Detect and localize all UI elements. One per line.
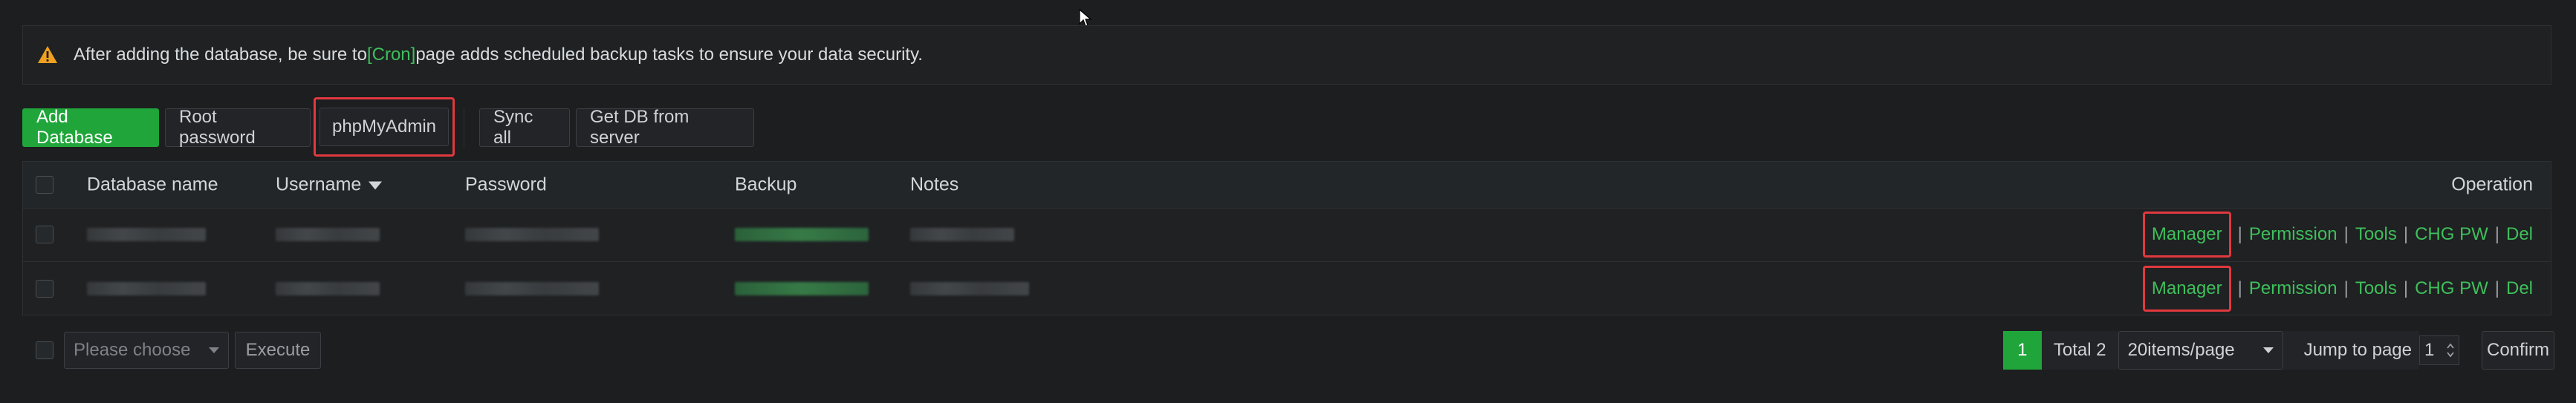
- redacted-database-name: [87, 282, 206, 295]
- batch-select-checkbox[interactable]: [36, 341, 53, 359]
- del-link[interactable]: Del: [2506, 224, 2533, 245]
- chevron-down-icon: [209, 347, 219, 353]
- redacted-backup: [735, 282, 869, 295]
- alert-text-after: page adds scheduled backup tasks to ensu…: [415, 45, 923, 65]
- tools-link[interactable]: Tools: [2355, 278, 2397, 299]
- toolbar: Add Database Root password phpMyAdmin Sy…: [22, 97, 754, 157]
- pagination: 1 Total 2 20items/page Jump to page 1 Co…: [2002, 331, 2554, 370]
- manager-link[interactable]: Manager: [2142, 266, 2231, 312]
- header-password: Password: [465, 174, 547, 195]
- batch-action-select[interactable]: Please choose: [64, 332, 229, 369]
- chevron-down-icon: [2262, 347, 2274, 353]
- chg-pw-link[interactable]: CHG PW: [2415, 278, 2488, 299]
- total-count: Total 2: [2041, 331, 2118, 370]
- table-header: Database name Username Password Backup N…: [23, 162, 2551, 209]
- tools-link[interactable]: Tools: [2355, 224, 2397, 245]
- redacted-notes: [910, 228, 1014, 241]
- phpmyadmin-button[interactable]: phpMyAdmin: [319, 108, 449, 146]
- redacted-notes: [910, 282, 1029, 295]
- database-table: Database name Username Password Backup N…: [22, 161, 2551, 315]
- batch-operations: Please choose Execute: [36, 331, 321, 370]
- op-separator: |: [2237, 278, 2242, 298]
- sync-all-button[interactable]: Sync all: [479, 107, 570, 148]
- page-1-button[interactable]: 1: [2002, 331, 2042, 370]
- op-separator: |: [2494, 224, 2499, 244]
- header-operation: Operation: [2451, 174, 2533, 195]
- header-database-name: Database name: [87, 174, 218, 195]
- header-username[interactable]: Username: [276, 174, 383, 196]
- table-row: Manager | Permission | Tools | CHG PW | …: [23, 208, 2551, 262]
- row-operations: Manager | Permission | Tools | CHG PW | …: [2142, 266, 2533, 312]
- op-separator: |: [2403, 224, 2409, 244]
- row-operations: Manager | Permission | Tools | CHG PW | …: [2142, 212, 2533, 258]
- redacted-password: [465, 282, 599, 295]
- redacted-database-name: [87, 228, 206, 241]
- op-separator: |: [2403, 278, 2409, 298]
- redacted-username: [276, 282, 380, 295]
- batch-action-placeholder: Please choose: [74, 340, 191, 360]
- database-page: After adding the database, be sure to [C…: [0, 0, 2576, 403]
- header-backup: Backup: [735, 174, 797, 195]
- row-checkbox[interactable]: [36, 280, 53, 298]
- header-notes: Notes: [910, 174, 959, 195]
- root-password-button[interactable]: Root password: [165, 107, 311, 148]
- op-separator: |: [2343, 278, 2349, 298]
- redacted-username: [276, 228, 380, 241]
- header-username-label: Username: [276, 174, 362, 195]
- execute-button[interactable]: Execute: [235, 332, 321, 369]
- jump-to-label: Jump to page: [2283, 331, 2419, 370]
- row-checkbox[interactable]: [36, 226, 53, 243]
- del-link[interactable]: Del: [2506, 278, 2533, 299]
- select-all-checkbox[interactable]: [36, 176, 53, 194]
- permission-link[interactable]: Permission: [2249, 224, 2337, 245]
- add-database-button[interactable]: Add Database: [22, 107, 159, 148]
- table-row: Manager | Permission | Tools | CHG PW | …: [23, 262, 2551, 315]
- phpmyadmin-highlight: phpMyAdmin: [314, 97, 455, 157]
- manager-link[interactable]: Manager: [2142, 212, 2231, 258]
- backup-reminder-alert: After adding the database, be sure to [C…: [22, 25, 2551, 85]
- permission-link[interactable]: Permission: [2249, 278, 2337, 299]
- cron-link[interactable]: [Cron]: [367, 45, 415, 65]
- op-separator: |: [2237, 224, 2242, 244]
- get-db-from-server-button[interactable]: Get DB from server: [576, 107, 754, 148]
- jump-page-input[interactable]: 1: [2419, 335, 2459, 365]
- redacted-backup: [735, 228, 869, 241]
- op-separator: |: [2494, 278, 2499, 298]
- confirm-button[interactable]: Confirm: [2482, 331, 2554, 370]
- op-separator: |: [2343, 224, 2349, 244]
- jump-page-value: 1: [2424, 340, 2435, 360]
- page-size-value: 20items/page: [2127, 340, 2235, 360]
- page-size-select[interactable]: 20items/page: [2118, 331, 2283, 370]
- chg-pw-link[interactable]: CHG PW: [2415, 224, 2488, 245]
- alert-text-before: After adding the database, be sure to: [74, 45, 367, 65]
- sort-desc-icon[interactable]: [369, 181, 383, 190]
- spinner-arrows-icon[interactable]: [2445, 340, 2456, 361]
- warning-icon: [38, 46, 57, 63]
- redacted-password: [465, 228, 599, 241]
